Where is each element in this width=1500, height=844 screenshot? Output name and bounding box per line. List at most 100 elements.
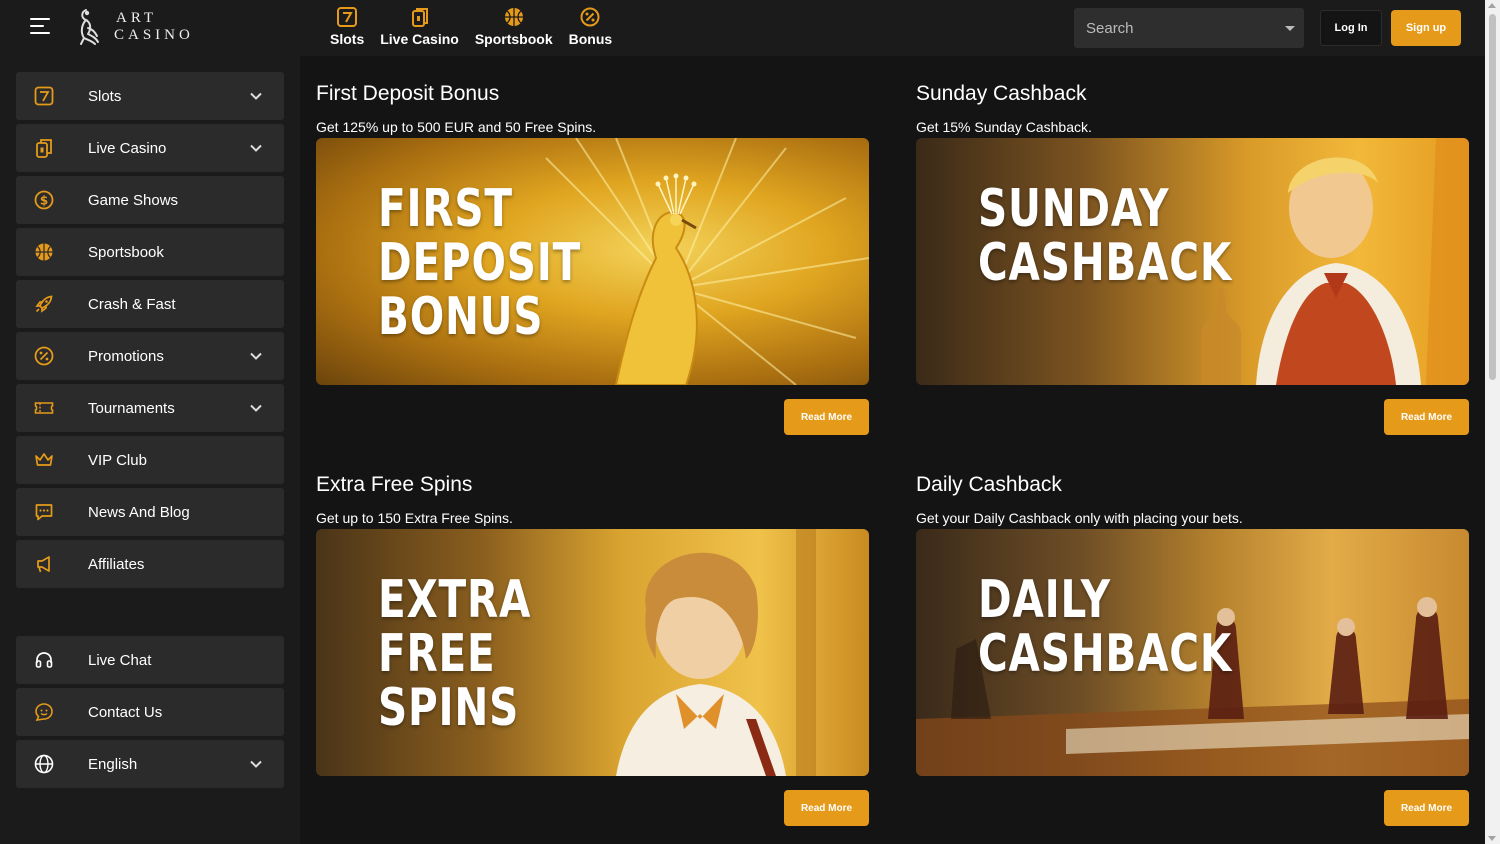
chevron-down-icon[interactable] (250, 142, 262, 154)
brand-line-1: ART (116, 10, 158, 26)
topnav-live-casino[interactable]: Live Casino (372, 0, 467, 56)
sidebar-item-label: Contact Us (88, 703, 163, 721)
chevron-down-icon[interactable] (250, 350, 262, 362)
promo-banner-image[interactable]: SUNDAY CASHBACK (916, 138, 1469, 385)
promo-title: Extra Free Spins (316, 473, 473, 496)
sidebar: Slots Live Casino $ Game Shows Sportsboo… (0, 56, 300, 844)
peacock-logo-icon (80, 9, 99, 45)
percent-icon (580, 7, 600, 27)
search-input[interactable] (1086, 19, 1285, 37)
chevron-down-icon[interactable] (250, 402, 262, 414)
sidebar-item-crash-fast[interactable]: Crash & Fast (16, 280, 284, 328)
promotions-grid: First Deposit Bonus Get 125% up to 500 E… (300, 56, 1485, 844)
sidebar-item-label: Slots (88, 87, 122, 105)
top-navigation: Slots Live Casino Sportsbook Bonus (322, 0, 620, 56)
promo-banner-image[interactable]: DAILY CASHBACK (916, 529, 1469, 776)
rocket-icon (35, 295, 53, 313)
sidebar-item-news-blog[interactable]: News And Blog (16, 488, 284, 536)
hamburger-menu-icon[interactable] (30, 18, 50, 34)
promo-banner-image[interactable]: EXTRA FREE SPINS (316, 529, 869, 776)
promo-card-first-deposit: First Deposit Bonus Get 125% up to 500 E… (316, 82, 869, 442)
promo-banner-image[interactable]: FIRST DEPOSIT BONUS (316, 138, 869, 385)
promo-description: Get up to 150 Extra Free Spins. (316, 510, 513, 526)
sidebar-item-live-casino[interactable]: Live Casino (16, 124, 284, 172)
topnav-label: Live Casino (380, 31, 459, 47)
promo-description: Get 15% Sunday Cashback. (916, 119, 1092, 135)
ticket-icon (34, 402, 54, 414)
chevron-down-icon[interactable] (250, 90, 262, 102)
cards-icon (36, 139, 52, 158)
sidebar-item-contact-us[interactable]: Contact Us (16, 688, 284, 736)
sidebar-item-tournaments[interactable]: Tournaments (16, 384, 284, 432)
topnav-sportsbook[interactable]: Sportsbook (467, 0, 561, 56)
topnav-label: Sportsbook (474, 31, 553, 47)
headset-icon (35, 652, 53, 668)
brand-logo[interactable]: ART CASINO (78, 8, 194, 46)
chevron-down-icon[interactable] (250, 758, 262, 770)
login-button[interactable]: Log In (1320, 10, 1382, 46)
chat-bubble-icon (35, 504, 53, 521)
read-more-button[interactable]: Read More (1384, 399, 1469, 435)
sidebar-item-sportsbook[interactable]: Sportsbook (16, 228, 284, 276)
sidebar-item-game-shows[interactable]: $ Game Shows (16, 176, 284, 224)
promo-description: Get your Daily Cashback only with placin… (916, 510, 1243, 526)
read-more-button[interactable]: Read More (1384, 790, 1469, 826)
basketball-icon (504, 8, 523, 26)
promo-card-extra-free-spins: Extra Free Spins Get up to 150 Extra Fre… (316, 473, 869, 833)
topnav-slots[interactable]: Slots (322, 0, 372, 56)
chevron-down-icon[interactable] (1285, 25, 1295, 31)
scroll-down-arrow-icon[interactable] (1488, 836, 1496, 841)
sidebar-item-label: News And Blog (88, 503, 190, 521)
sidebar-item-label: VIP Club (88, 451, 147, 469)
sidebar-item-label: Crash & Fast (88, 295, 176, 313)
svg-text:$: $ (40, 194, 48, 208)
slot-seven-icon (34, 86, 54, 106)
sidebar-item-label: Game Shows (88, 191, 179, 209)
globe-icon (34, 754, 54, 774)
search-box[interactable] (1074, 8, 1304, 48)
sidebar-item-live-chat[interactable]: Live Chat (16, 636, 284, 684)
scrollbar-thumb[interactable] (1489, 14, 1496, 380)
cards-icon (411, 8, 428, 27)
crown-icon (35, 453, 53, 466)
hamburger-line (30, 32, 50, 34)
read-more-button[interactable]: Read More (784, 790, 869, 826)
brand-wordmark: ART CASINO (114, 10, 194, 44)
sidebar-item-label: Tournaments (88, 399, 175, 417)
percent-icon (34, 346, 54, 366)
signup-button[interactable]: Sign up (1391, 10, 1461, 46)
sidebar-item-label: English (88, 755, 138, 773)
sidebar-item-vip-club[interactable]: VIP Club (16, 436, 284, 484)
topnav-bonus[interactable]: Bonus (561, 0, 621, 56)
hamburger-line (30, 18, 50, 20)
topnav-label: Slots (330, 31, 365, 47)
promo-card-sunday-cashback: Sunday Cashback Get 15% Sunday Cashback.… (916, 82, 1469, 442)
read-more-button[interactable]: Read More (784, 399, 869, 435)
sidebar-item-language[interactable]: English (16, 740, 284, 788)
slot-seven-icon (337, 7, 358, 27)
sidebar-item-label: Affiliates (88, 555, 145, 573)
promo-card-daily-cashback: Daily Cashback Get your Daily Cashback o… (916, 473, 1469, 833)
page-scrollbar[interactable] (1485, 0, 1500, 844)
sidebar-item-label: Promotions (88, 347, 164, 365)
banner-headline: FIRST DEPOSIT BONUS (378, 179, 582, 347)
smile-chat-icon (35, 703, 53, 721)
sidebar-item-promotions[interactable]: Promotions (16, 332, 284, 380)
scroll-up-arrow-icon[interactable] (1488, 3, 1496, 8)
sidebar-item-slots[interactable]: Slots (16, 72, 284, 120)
topnav-label: Bonus (568, 31, 613, 47)
top-header: ART CASINO Slots Live Casino Sportsbook … (0, 0, 1500, 56)
dollar-coin-icon: $ (34, 190, 54, 210)
promo-title: Daily Cashback (916, 473, 1062, 496)
megaphone-icon (37, 556, 50, 573)
sidebar-item-label: Live Casino (88, 139, 167, 157)
banner-headline: DAILY CASHBACK (978, 570, 1233, 684)
banner-headline: SUNDAY CASHBACK (978, 179, 1233, 293)
sidebar-item-label: Live Chat (88, 651, 152, 669)
brand-line-2: CASINO (114, 27, 194, 43)
basketball-icon (35, 243, 53, 261)
sidebar-item-affiliates[interactable]: Affiliates (16, 540, 284, 588)
promo-title: Sunday Cashback (916, 82, 1087, 105)
sidebar-item-label: Sportsbook (88, 243, 164, 261)
promo-title: First Deposit Bonus (316, 82, 500, 105)
